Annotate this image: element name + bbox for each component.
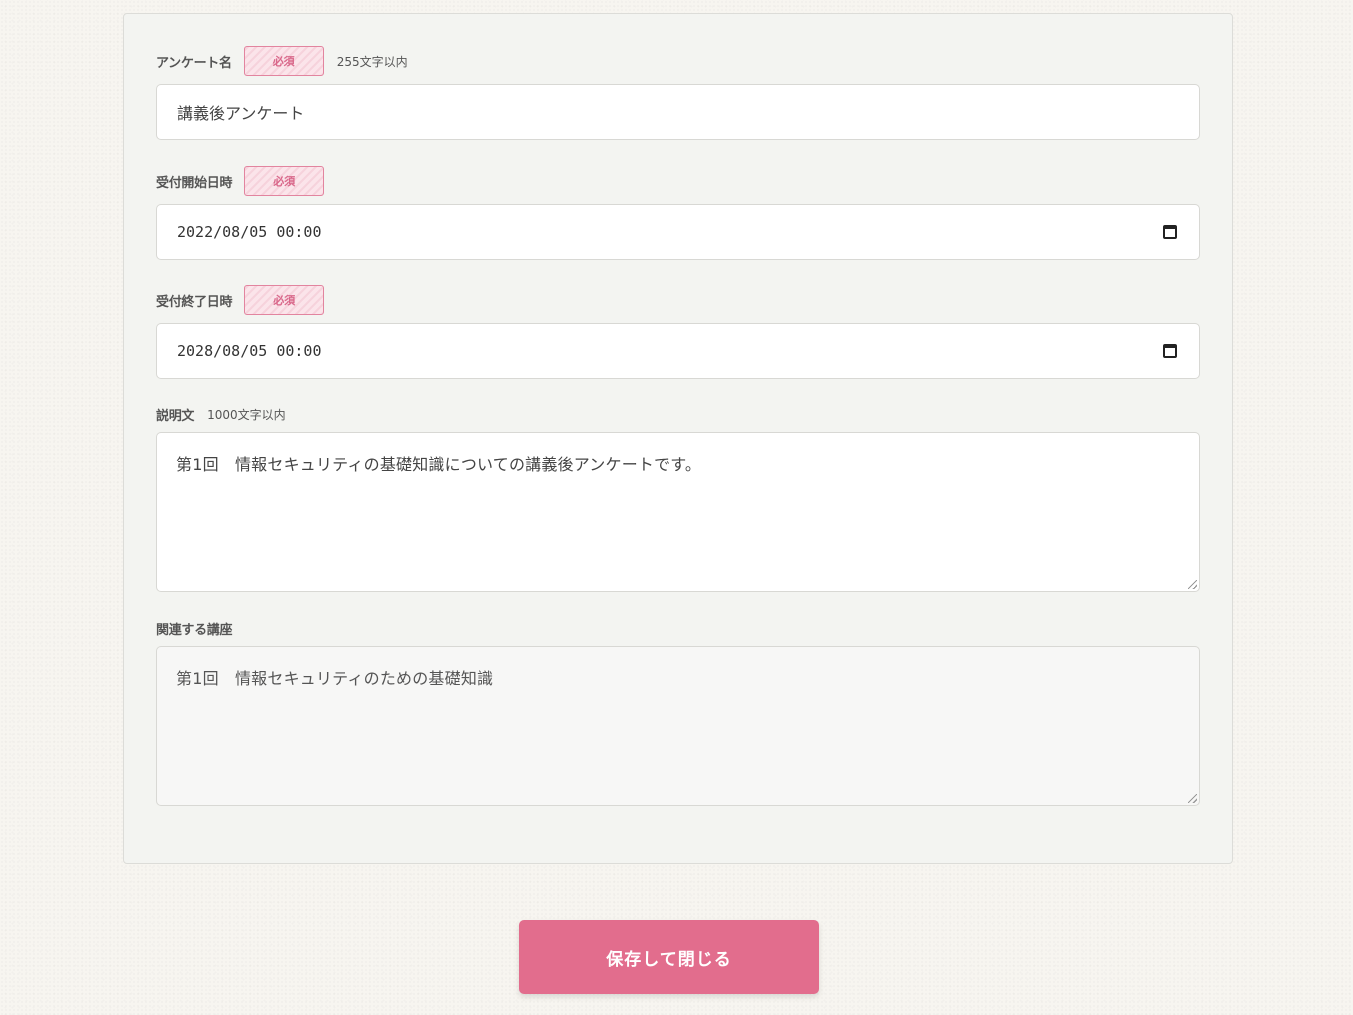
related-course-label: 関連する講座	[156, 622, 233, 638]
start-datetime-label: 受付開始日時	[156, 175, 233, 191]
end-datetime-label: 受付終了日時	[156, 294, 233, 310]
start-datetime-label-row: 受付開始日時 必須	[156, 166, 1200, 196]
end-datetime-input[interactable]: 2028/08/05 00:00	[156, 323, 1200, 379]
start-datetime-field: 受付開始日時 必須 2022/08/05 00:00	[156, 166, 1200, 260]
description-textarea[interactable]: 第1回 情報セキュリティの基礎知識についての講義後アンケートです。	[156, 432, 1200, 592]
related-course-field: 関連する講座 第1回 情報セキュリティのための基礎知識	[156, 614, 1200, 806]
end-datetime-value: 2028/08/05 00:00	[177, 342, 322, 360]
description-label: 説明文	[156, 408, 195, 424]
description-label-row: 説明文 1000文字以内	[156, 400, 1200, 428]
survey-name-field: アンケート名 必須 255文字以内 講義後アンケート	[156, 46, 1200, 140]
related-course-value: 第1回 情報セキュリティのための基礎知識	[176, 669, 494, 688]
start-datetime-value: 2022/08/05 00:00	[177, 223, 322, 241]
required-badge: 必須	[244, 166, 325, 196]
survey-name-input[interactable]: 講義後アンケート	[156, 84, 1200, 140]
survey-name-hint: 255文字以内	[336, 54, 408, 69]
description-value: 第1回 情報セキュリティの基礎知識についての講義後アンケートです。	[176, 455, 702, 474]
end-datetime-label-row: 受付終了日時 必須	[156, 285, 1200, 315]
survey-name-value: 講義後アンケート	[177, 104, 305, 123]
related-course-textarea[interactable]: 第1回 情報セキュリティのための基礎知識	[156, 646, 1200, 806]
resize-handle-icon[interactable]	[1188, 794, 1197, 803]
calendar-icon[interactable]	[1163, 225, 1177, 239]
required-badge: 必須	[243, 46, 324, 76]
start-datetime-input[interactable]: 2022/08/05 00:00	[156, 204, 1200, 260]
survey-name-label: アンケート名	[156, 55, 232, 71]
survey-form-panel: アンケート名 必須 255文字以内 講義後アンケート 受付開始日時 必須 202…	[123, 13, 1233, 864]
description-hint: 1000文字以内	[207, 407, 286, 422]
resize-handle-icon[interactable]	[1188, 580, 1197, 589]
save-and-close-button[interactable]: 保存して閉じる	[519, 920, 819, 994]
description-field: 説明文 1000文字以内 第1回 情報セキュリティの基礎知識についての講義後アン…	[156, 400, 1200, 592]
end-datetime-field: 受付終了日時 必須 2028/08/05 00:00	[156, 285, 1200, 379]
survey-name-label-row: アンケート名 必須 255文字以内	[156, 46, 1200, 76]
required-badge: 必須	[244, 285, 325, 315]
calendar-icon[interactable]	[1163, 344, 1177, 358]
related-course-label-row: 関連する講座	[156, 614, 1200, 642]
